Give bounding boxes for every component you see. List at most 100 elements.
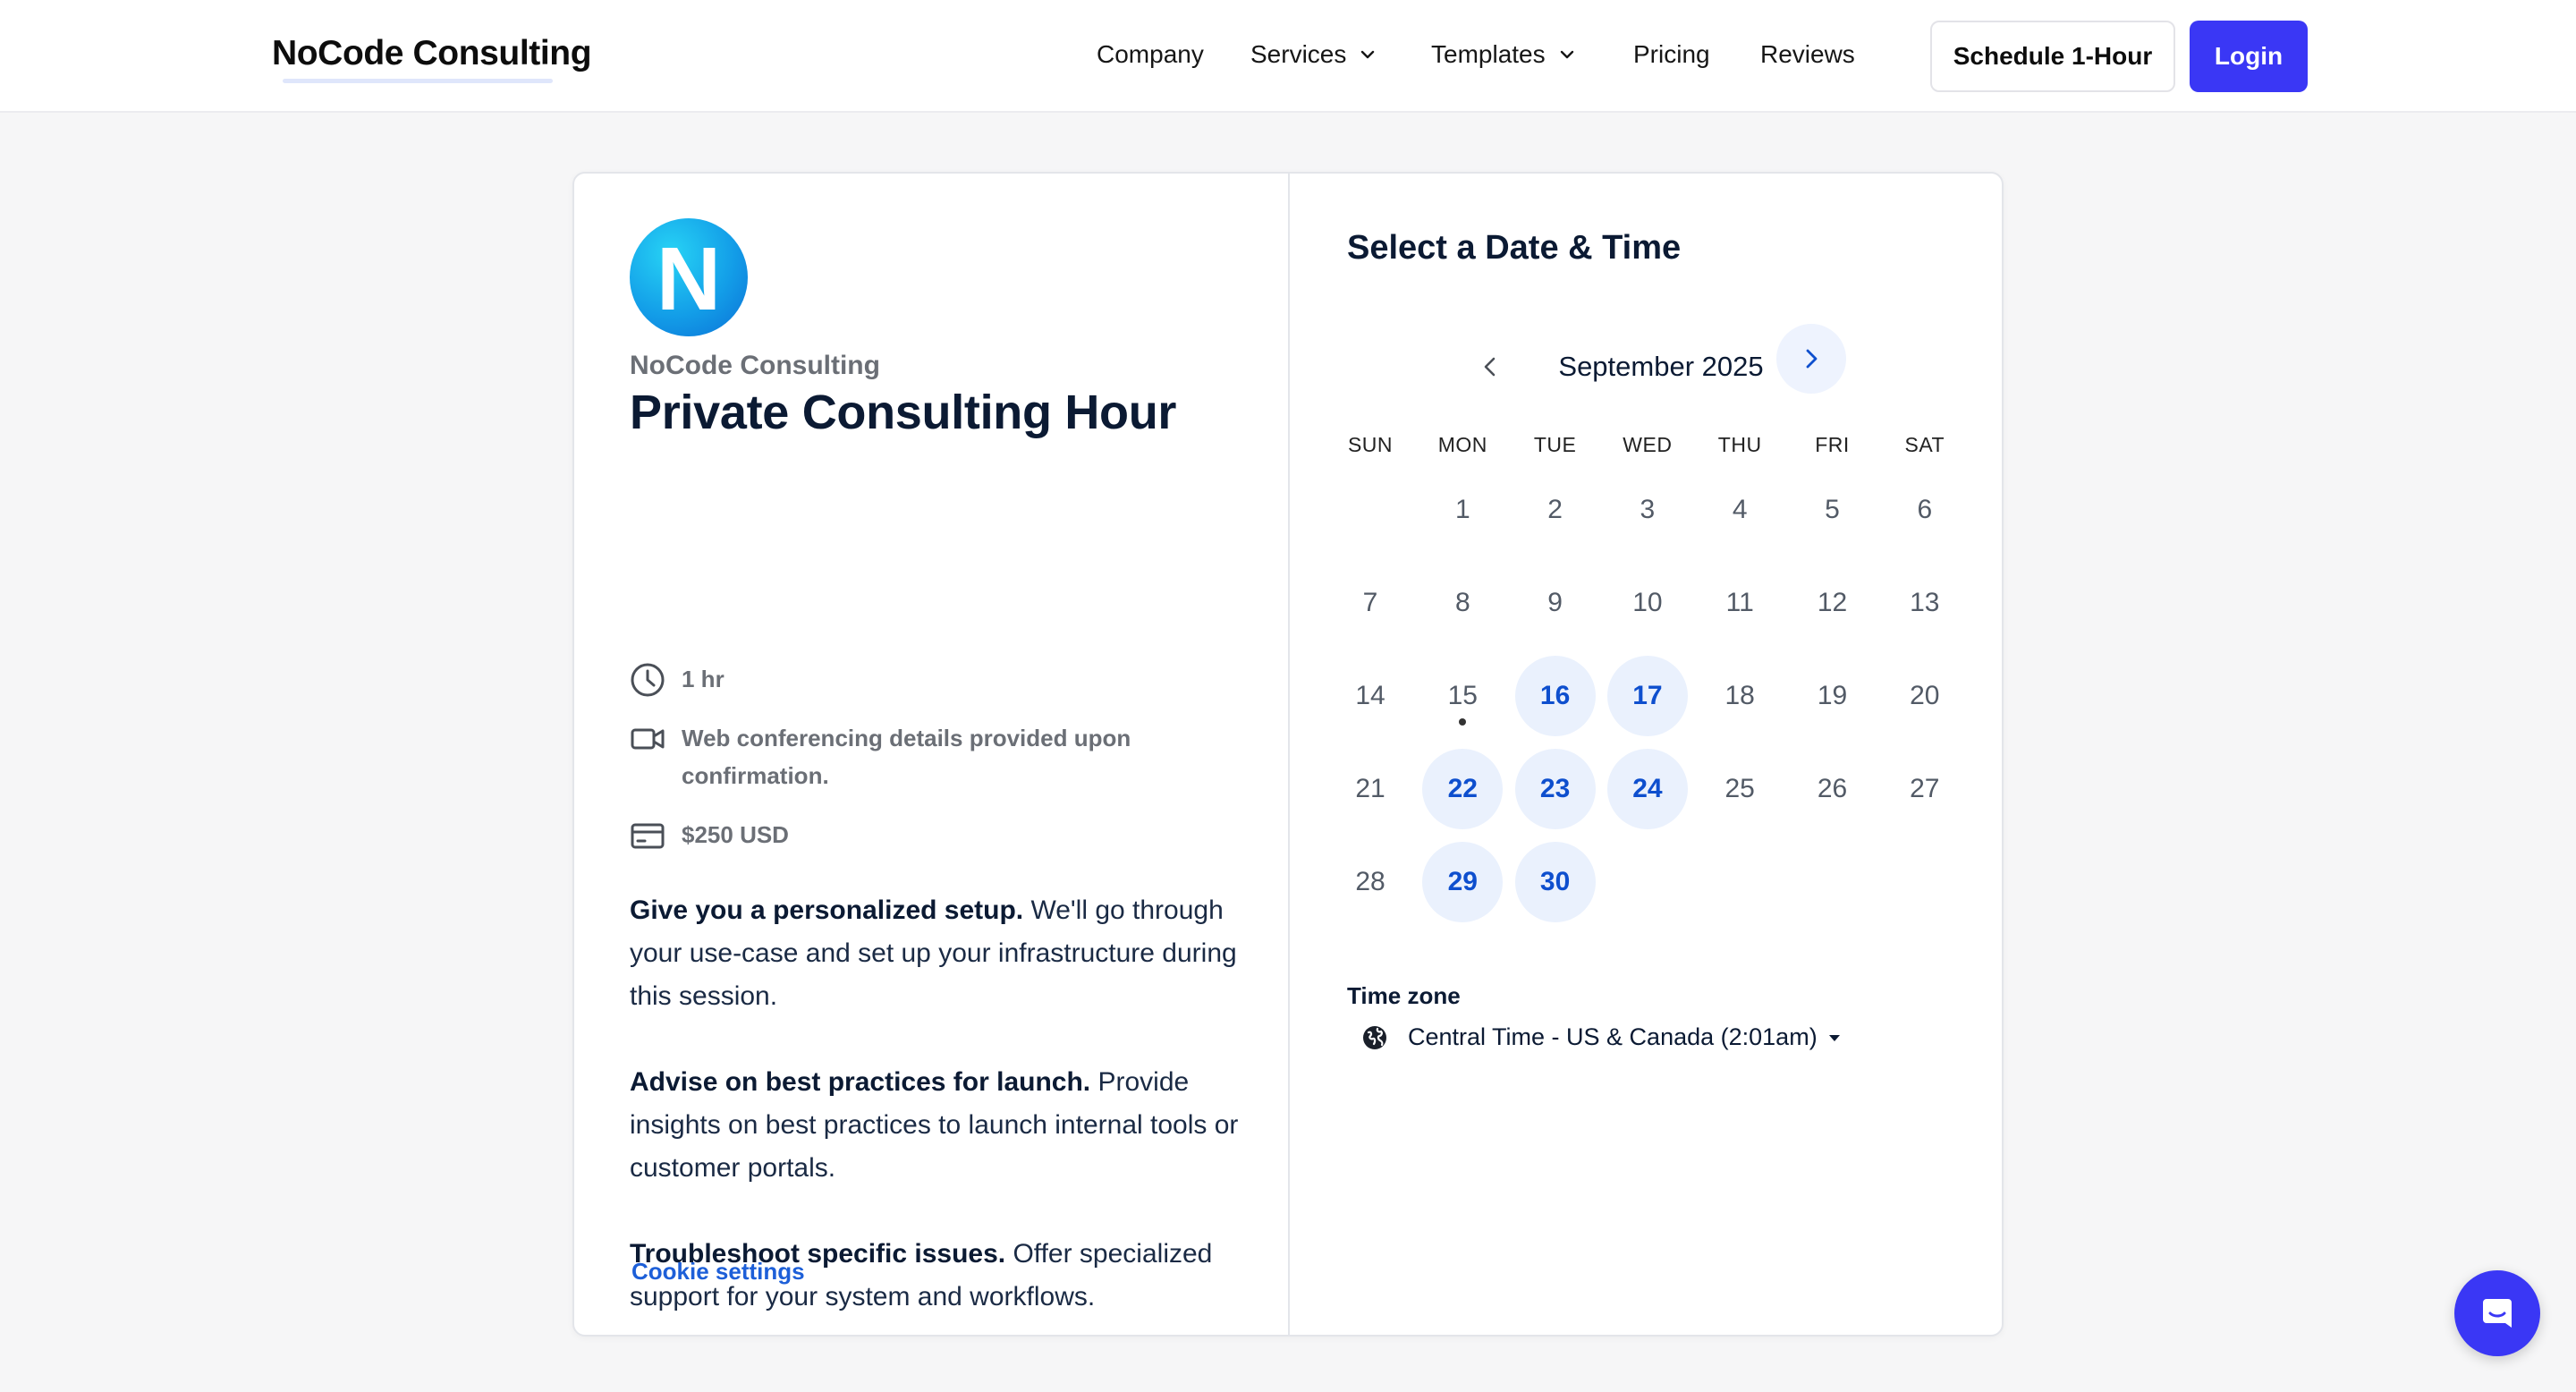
nav-link-company[interactable]: Company	[1097, 40, 1204, 69]
calendar-day-10: 10	[1607, 563, 1688, 643]
avatar-letter: N	[656, 229, 722, 329]
login-button[interactable]: Login	[2190, 21, 2308, 92]
brand-logo[interactable]: NoCode Consulting	[272, 34, 592, 73]
calendar-day-29[interactable]: 29	[1422, 842, 1504, 922]
chevron-down-icon	[1361, 50, 1375, 59]
calendar-day-number: 27	[1910, 774, 1940, 803]
calendar-day-number: 13	[1910, 588, 1940, 617]
weekday-sat: SAT	[1904, 433, 1945, 456]
calendar-day-9: 9	[1515, 563, 1596, 643]
calendar-day-number: 22	[1447, 774, 1478, 803]
calendar-day-19: 19	[1792, 656, 1873, 736]
calendar-day-28: 28	[1330, 842, 1411, 922]
month-label: September 2025	[1558, 351, 1764, 382]
clock-icon	[631, 663, 665, 697]
weekday-fri: FRI	[1815, 433, 1850, 456]
previous-month-button[interactable]	[1463, 340, 1517, 394]
weekday-thu: THU	[1717, 433, 1762, 456]
avatar: N	[630, 218, 748, 336]
calendar-day-number: 23	[1539, 774, 1571, 803]
chat-launcher-button[interactable]	[2454, 1270, 2540, 1356]
calendar-day-number: 10	[1632, 588, 1663, 617]
nav-link-reviews[interactable]: Reviews	[1760, 40, 1855, 69]
calendar-day-30[interactable]: 30	[1514, 842, 1596, 922]
schedule-1-hour-button[interactable]: Schedule 1-Hour	[1930, 21, 2175, 92]
calendar-day-8: 8	[1422, 563, 1503, 643]
calendar-day-26: 26	[1792, 749, 1873, 829]
timezone-value: Central Time - US & Canada (2:01am)	[1408, 1023, 1818, 1050]
credit-card-icon	[631, 823, 665, 849]
weekday-sun: SUN	[1347, 433, 1394, 456]
calendar-day-1: 1	[1422, 470, 1503, 550]
calendar-day-number: 19	[1817, 681, 1848, 710]
calendar-day-number: 1	[1454, 495, 1470, 524]
nav-link-label: Reviews	[1760, 40, 1855, 68]
calendar-day-16[interactable]: 16	[1514, 656, 1596, 736]
calendar-day-17[interactable]: 17	[1606, 656, 1688, 736]
calendar-day-number: 28	[1355, 867, 1385, 896]
calendar-day-number: 29	[1447, 867, 1478, 896]
price-text: $250 USD	[682, 821, 789, 848]
panel-divider	[1288, 174, 1290, 1335]
calendar-day-number: 12	[1817, 588, 1848, 617]
timezone-select[interactable]: Central Time - US & Canada (2:01am)	[1361, 1023, 1843, 1051]
calendar-day-6: 6	[1885, 470, 1965, 550]
nav-link-pricing[interactable]: Pricing	[1633, 40, 1710, 69]
calendar-day-number: 17	[1632, 681, 1663, 710]
calendar-day-22[interactable]: 22	[1422, 749, 1504, 829]
calendar-day-number: 3	[1640, 495, 1656, 524]
brand-underline	[283, 79, 553, 83]
chevron-left-icon	[1484, 357, 1496, 377]
nav-link-label: Templates	[1431, 40, 1546, 68]
cookie-settings-link[interactable]: Cookie settings	[631, 1258, 805, 1286]
calendar-day-number: 5	[1825, 495, 1840, 524]
nav-link-label: Pricing	[1633, 40, 1710, 68]
organization-name: NoCode Consulting	[630, 351, 880, 380]
calendar-day-number: 20	[1910, 681, 1940, 710]
weekday-tue: TUE	[1533, 433, 1577, 456]
description-paragraph: Advise on best practices for launch. Pro…	[630, 1061, 1247, 1190]
weekday-mon: MON	[1437, 433, 1487, 456]
calendar-day-5: 5	[1792, 470, 1873, 550]
calendar-day-27: 27	[1885, 749, 1965, 829]
calendar-day-25: 25	[1699, 749, 1780, 829]
event-title: Private Consulting Hour	[630, 386, 1177, 439]
calendar-day-number: 24	[1632, 774, 1663, 803]
calendar-day-23[interactable]: 23	[1514, 749, 1596, 829]
chat-icon	[2483, 1299, 2512, 1328]
calendar-day-4: 4	[1699, 470, 1780, 550]
calendar-day-12: 12	[1792, 563, 1873, 643]
calendar-day-number: 15	[1447, 681, 1478, 710]
duration-text: 1 hr	[682, 666, 724, 692]
calendar-day-number: 26	[1817, 774, 1848, 803]
calendar-day-20: 20	[1885, 656, 1965, 736]
chevron-right-icon	[1806, 349, 1818, 369]
calendar-day-7: 7	[1330, 563, 1411, 643]
booking-card: N NoCode Consulting Private Consulting H…	[572, 172, 2004, 1337]
nav-link-services[interactable]: Services	[1250, 40, 1377, 69]
calendar-day-number: 14	[1355, 681, 1385, 710]
calendar-day-number: 6	[1917, 495, 1933, 524]
calendar-day-15: 15	[1422, 656, 1503, 736]
timezone-label: Time zone	[1347, 982, 1461, 1009]
calendar-day-2: 2	[1515, 470, 1596, 550]
calendar-day-number: 7	[1362, 588, 1378, 617]
nav-link-label: Company	[1097, 40, 1204, 68]
calendar-day-number: 30	[1539, 867, 1571, 896]
calendar-day-21: 21	[1330, 749, 1411, 829]
caret-down-icon	[1828, 1034, 1840, 1041]
description-bold: Advise on best practices for launch.	[630, 1067, 1091, 1097]
calendar-day-number: 21	[1355, 774, 1385, 803]
description-paragraph: Give you a personalized setup. We'll go …	[630, 889, 1247, 1018]
price-row: $250 USD	[630, 816, 1182, 853]
globe-icon	[1363, 1025, 1386, 1049]
calendar-day-number: 8	[1454, 588, 1470, 617]
next-month-button[interactable]	[1776, 324, 1846, 394]
nav-link-templates[interactable]: Templates	[1431, 40, 1576, 69]
today-indicator	[1459, 718, 1467, 726]
calendar-day-number: 25	[1724, 774, 1755, 803]
calendar-day-number: 2	[1547, 495, 1563, 524]
nav-link-label: Services	[1250, 40, 1347, 68]
calendar-day-24[interactable]: 24	[1606, 749, 1688, 829]
calendar-day-number: 11	[1725, 588, 1754, 617]
